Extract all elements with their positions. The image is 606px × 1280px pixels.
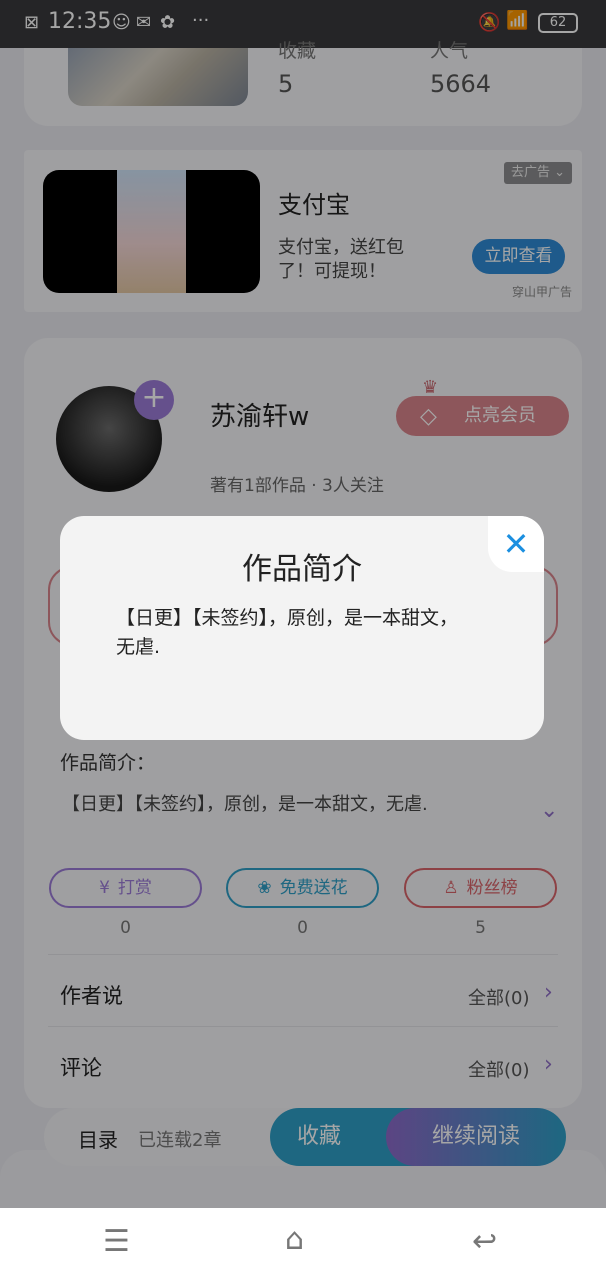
- back-icon[interactable]: ↩: [472, 1224, 497, 1259]
- close-icon[interactable]: ✕: [488, 516, 544, 572]
- home-icon[interactable]: ⌂: [285, 1222, 304, 1257]
- modal-title: 作品简介: [242, 552, 362, 587]
- menu-icon[interactable]: ☰: [103, 1224, 130, 1259]
- system-nav-bar: ☰ ⌂ ↩: [0, 1208, 606, 1280]
- modal-text: 【日更】【未签约】，原创，是一本甜文，无虐.: [116, 607, 459, 658]
